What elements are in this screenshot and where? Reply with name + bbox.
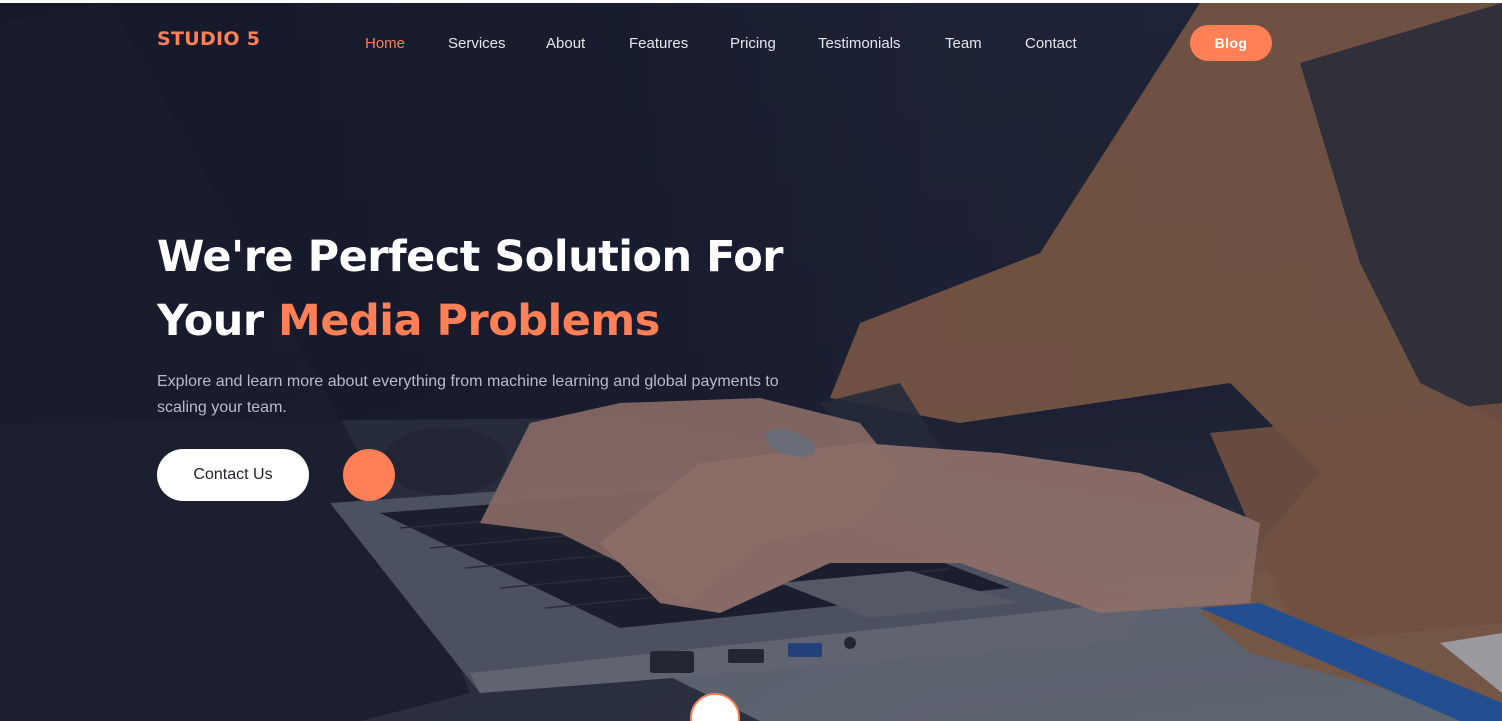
nav-link-pricing[interactable]: Pricing <box>730 35 776 52</box>
headline-line-2-prefix: Your <box>157 296 279 346</box>
top-navigation: STUDIO 5 Home Services About Features Pr… <box>0 3 1502 83</box>
hero-subtext: Explore and learn more about everything … <box>157 373 779 416</box>
hero-headline: We're Perfect Solution For Your Media Pr… <box>157 225 857 353</box>
nav-link-about[interactable]: About <box>546 35 585 52</box>
nav-link-testimonials[interactable]: Testimonials <box>818 35 901 52</box>
brand-logo[interactable]: STUDIO 5 <box>157 28 260 50</box>
headline-line-1: We're Perfect Solution For <box>157 232 784 282</box>
nav-link-contact[interactable]: Contact <box>1025 35 1077 52</box>
blog-button[interactable]: Blog <box>1190 25 1272 61</box>
nav-link-features[interactable]: Features <box>629 35 688 52</box>
nav-link-services[interactable]: Services <box>448 35 506 52</box>
nav-link-team[interactable]: Team <box>945 35 982 52</box>
play-video-button[interactable] <box>343 449 395 501</box>
hero-section: STUDIO 5 Home Services About Features Pr… <box>0 3 1502 721</box>
hero-background-image <box>0 3 1502 721</box>
headline-accent: Media Problems <box>278 296 660 346</box>
nav-link-home[interactable]: Home <box>365 35 405 52</box>
contact-us-button[interactable]: Contact Us <box>157 449 309 501</box>
